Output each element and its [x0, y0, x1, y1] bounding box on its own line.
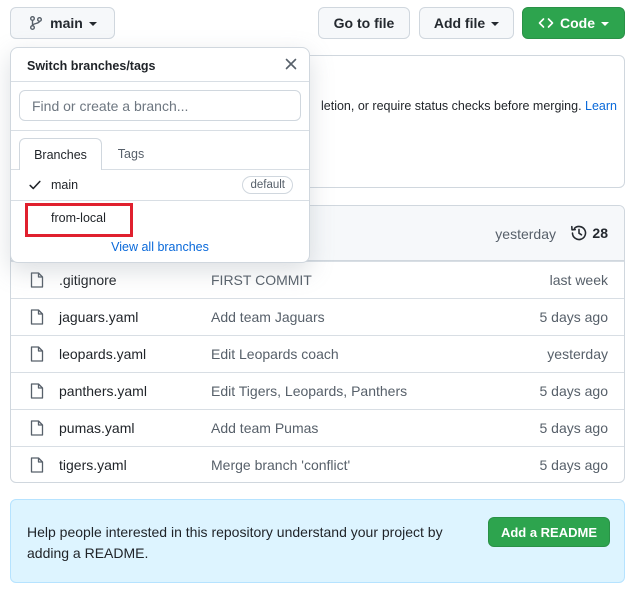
branch-item-main[interactable]: main default: [11, 168, 309, 201]
file-icon: [30, 346, 44, 362]
file-icon: [30, 272, 44, 288]
commit-message[interactable]: Add team Jaguars: [211, 309, 325, 325]
file-name[interactable]: tigers.yaml: [59, 457, 127, 473]
file-name[interactable]: jaguars.yaml: [59, 309, 138, 325]
commit-message[interactable]: Add team Pumas: [211, 420, 318, 436]
code-icon: [538, 18, 554, 28]
file-name[interactable]: panthers.yaml: [59, 383, 147, 399]
branch-search-input[interactable]: [19, 90, 301, 121]
file-icon: [30, 383, 44, 399]
readme-prompt: Help people interested in this repositor…: [10, 499, 625, 583]
add-file-button[interactable]: Add file: [419, 7, 514, 39]
protection-message: letion, or require status checks before …: [321, 99, 582, 113]
highlight-box: [25, 203, 133, 237]
file-icon: [30, 420, 44, 436]
chevron-down-icon: [491, 22, 500, 26]
file-row[interactable]: leopards.yaml Edit Leopards coach yester…: [11, 335, 624, 372]
commit-message[interactable]: Edit Leopards coach: [211, 346, 339, 362]
add-readme-button[interactable]: Add a README: [487, 517, 610, 547]
close-icon[interactable]: [283, 56, 299, 72]
file-row[interactable]: .gitignore FIRST COMMIT last week: [11, 261, 624, 298]
git-branch-icon: [30, 16, 43, 30]
tab-branches[interactable]: Branches: [19, 138, 102, 170]
dropdown-title: Switch branches/tags: [27, 59, 156, 73]
go-to-file-button[interactable]: Go to file: [318, 7, 410, 39]
add-file-label: Add file: [433, 15, 486, 31]
dropdown-header: Switch branches/tags: [11, 48, 309, 82]
code-label: Code: [560, 15, 595, 31]
commit-message[interactable]: Merge branch 'conflict': [211, 457, 350, 473]
commit-date: 5 days ago: [539, 309, 609, 325]
history-icon: [571, 225, 587, 241]
file-icon: [30, 457, 44, 473]
learn-more-link[interactable]: Learn: [585, 99, 617, 113]
file-icon: [30, 309, 44, 325]
file-name[interactable]: pumas.yaml: [59, 420, 134, 436]
file-name[interactable]: .gitignore: [59, 272, 117, 288]
commit-message[interactable]: FIRST COMMIT: [211, 272, 312, 288]
branch-select-label: main: [50, 15, 83, 31]
file-row[interactable]: pumas.yaml Add team Pumas 5 days ago: [11, 409, 624, 446]
divider: [11, 130, 309, 131]
check-icon: [29, 180, 41, 190]
readme-prompt-text: Help people interested in this repositor…: [27, 524, 443, 561]
commit-date: last week: [549, 272, 608, 288]
branch-name: main: [51, 177, 79, 192]
commit-history-link[interactable]: 28: [570, 224, 608, 242]
commit-date: 5 days ago: [539, 383, 609, 399]
chevron-down-icon: [601, 22, 609, 26]
commit-date: yesterday: [547, 346, 608, 362]
latest-commit-time: yesterday: [495, 226, 556, 242]
commit-date: 5 days ago: [539, 457, 609, 473]
go-to-file-label: Go to file: [333, 15, 395, 31]
file-row[interactable]: tigers.yaml Merge branch 'conflict' 5 da…: [11, 446, 624, 482]
default-badge: default: [242, 176, 293, 194]
chevron-down-icon: [88, 22, 97, 26]
commit-count: 28: [592, 225, 608, 241]
branch-switcher-dropdown: Switch branches/tags Branches Tags main …: [10, 47, 310, 263]
view-all-branches-link[interactable]: View all branches: [11, 240, 309, 254]
protection-text: letion, or require status checks before …: [321, 99, 617, 113]
file-name[interactable]: leopards.yaml: [59, 346, 146, 362]
tab-tags[interactable]: Tags: [107, 138, 155, 169]
commit-message[interactable]: Edit Tigers, Leopards, Panthers: [211, 383, 407, 399]
file-row[interactable]: jaguars.yaml Add team Jaguars 5 days ago: [11, 298, 624, 335]
file-row[interactable]: panthers.yaml Edit Tigers, Leopards, Pan…: [11, 372, 624, 409]
branch-select-button[interactable]: main: [10, 7, 115, 39]
commit-date: 5 days ago: [539, 420, 609, 436]
code-button[interactable]: Code: [522, 7, 625, 39]
